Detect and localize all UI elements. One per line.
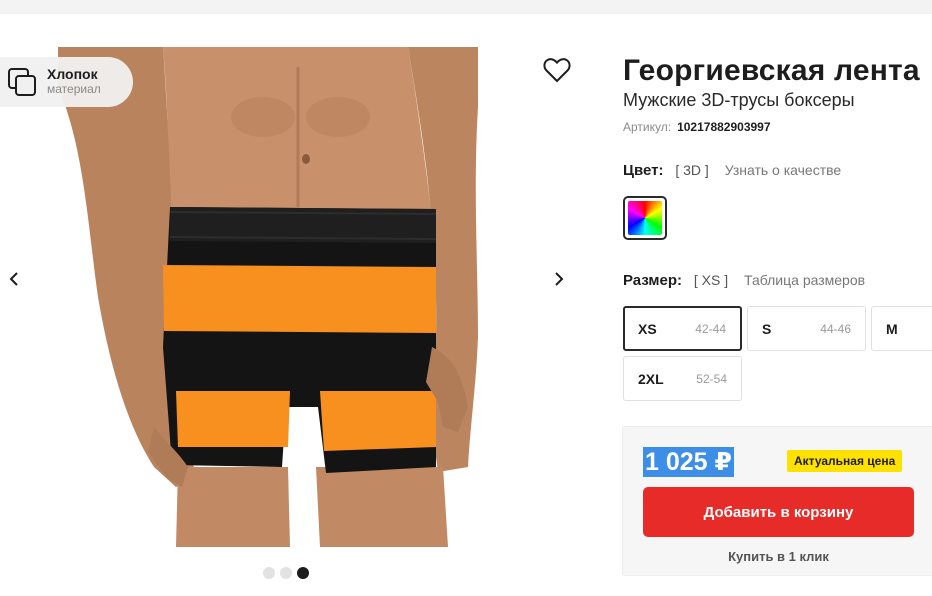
size-row: Размер: [ XS ] Таблица размеров — [623, 272, 865, 289]
color-swatch-3d[interactable] — [623, 196, 667, 240]
chevron-left-icon[interactable] — [4, 269, 24, 289]
size-option-xs[interactable]: XS 42-44 — [623, 306, 742, 351]
color-selected: [ 3D ] — [675, 162, 709, 178]
size-name: S — [762, 320, 772, 337]
product-title: Георгиевская лента — [623, 54, 920, 87]
size-name: 2XL — [638, 370, 664, 387]
price: 1 025 ₽ — [643, 447, 734, 477]
size-selected: [ XS ] — [693, 272, 729, 288]
chevron-right-icon[interactable] — [549, 269, 569, 289]
buy-box: 1 025 ₽ Актуальная цена Добавить в корзи… — [622, 426, 932, 576]
material-name: Хлопок — [47, 66, 98, 82]
buy-one-click-link[interactable]: Купить в 1 клик — [643, 549, 914, 564]
size-table-link[interactable]: Таблица размеров — [744, 272, 865, 288]
material-badge: Хлопок материал — [0, 57, 133, 107]
price-badge: Актуальная цена — [787, 450, 903, 472]
size-name: M — [886, 320, 898, 337]
color-row: Цвет: [ 3D ] Узнать о качестве — [623, 162, 841, 179]
product-sku: Артикул: 10217882903997 — [623, 120, 771, 134]
size-label: Размер: — [623, 272, 683, 289]
product-subtitle: Мужские 3D-трусы боксеры — [623, 90, 855, 110]
boxers-photo — [58, 47, 478, 547]
add-to-cart-button[interactable]: Добавить в корзину — [643, 487, 914, 537]
product-gallery: Хлопок материал — [0, 47, 580, 547]
gallery-dot[interactable] — [263, 567, 275, 579]
size-range: 44-46 — [820, 321, 851, 336]
top-strip — [0, 0, 932, 14]
sku-value: 10217882903997 — [677, 120, 771, 134]
size-options: XS 42-44 S 44-46 M 2XL 52-54 — [623, 306, 932, 406]
size-name: XS — [638, 320, 657, 337]
size-option-s[interactable]: S 44-46 — [747, 306, 866, 351]
gallery-dot[interactable] — [280, 567, 292, 579]
color-label: Цвет: — [623, 162, 664, 179]
size-range: 42-44 — [695, 321, 726, 336]
gallery-dots — [263, 567, 309, 579]
size-option-2xl[interactable]: 2XL 52-54 — [623, 356, 742, 401]
material-label: материал — [47, 82, 101, 96]
size-range: 52-54 — [696, 371, 727, 386]
layers-icon — [8, 68, 36, 96]
sku-label: Артикул: — [623, 120, 672, 134]
heart-icon[interactable] — [543, 57, 571, 83]
size-option-m[interactable]: M — [871, 306, 932, 351]
product-photo[interactable] — [58, 47, 478, 547]
quality-link[interactable]: Узнать о качестве — [725, 162, 841, 178]
gallery-dot-active[interactable] — [297, 567, 309, 579]
rainbow-swatch — [628, 201, 662, 235]
